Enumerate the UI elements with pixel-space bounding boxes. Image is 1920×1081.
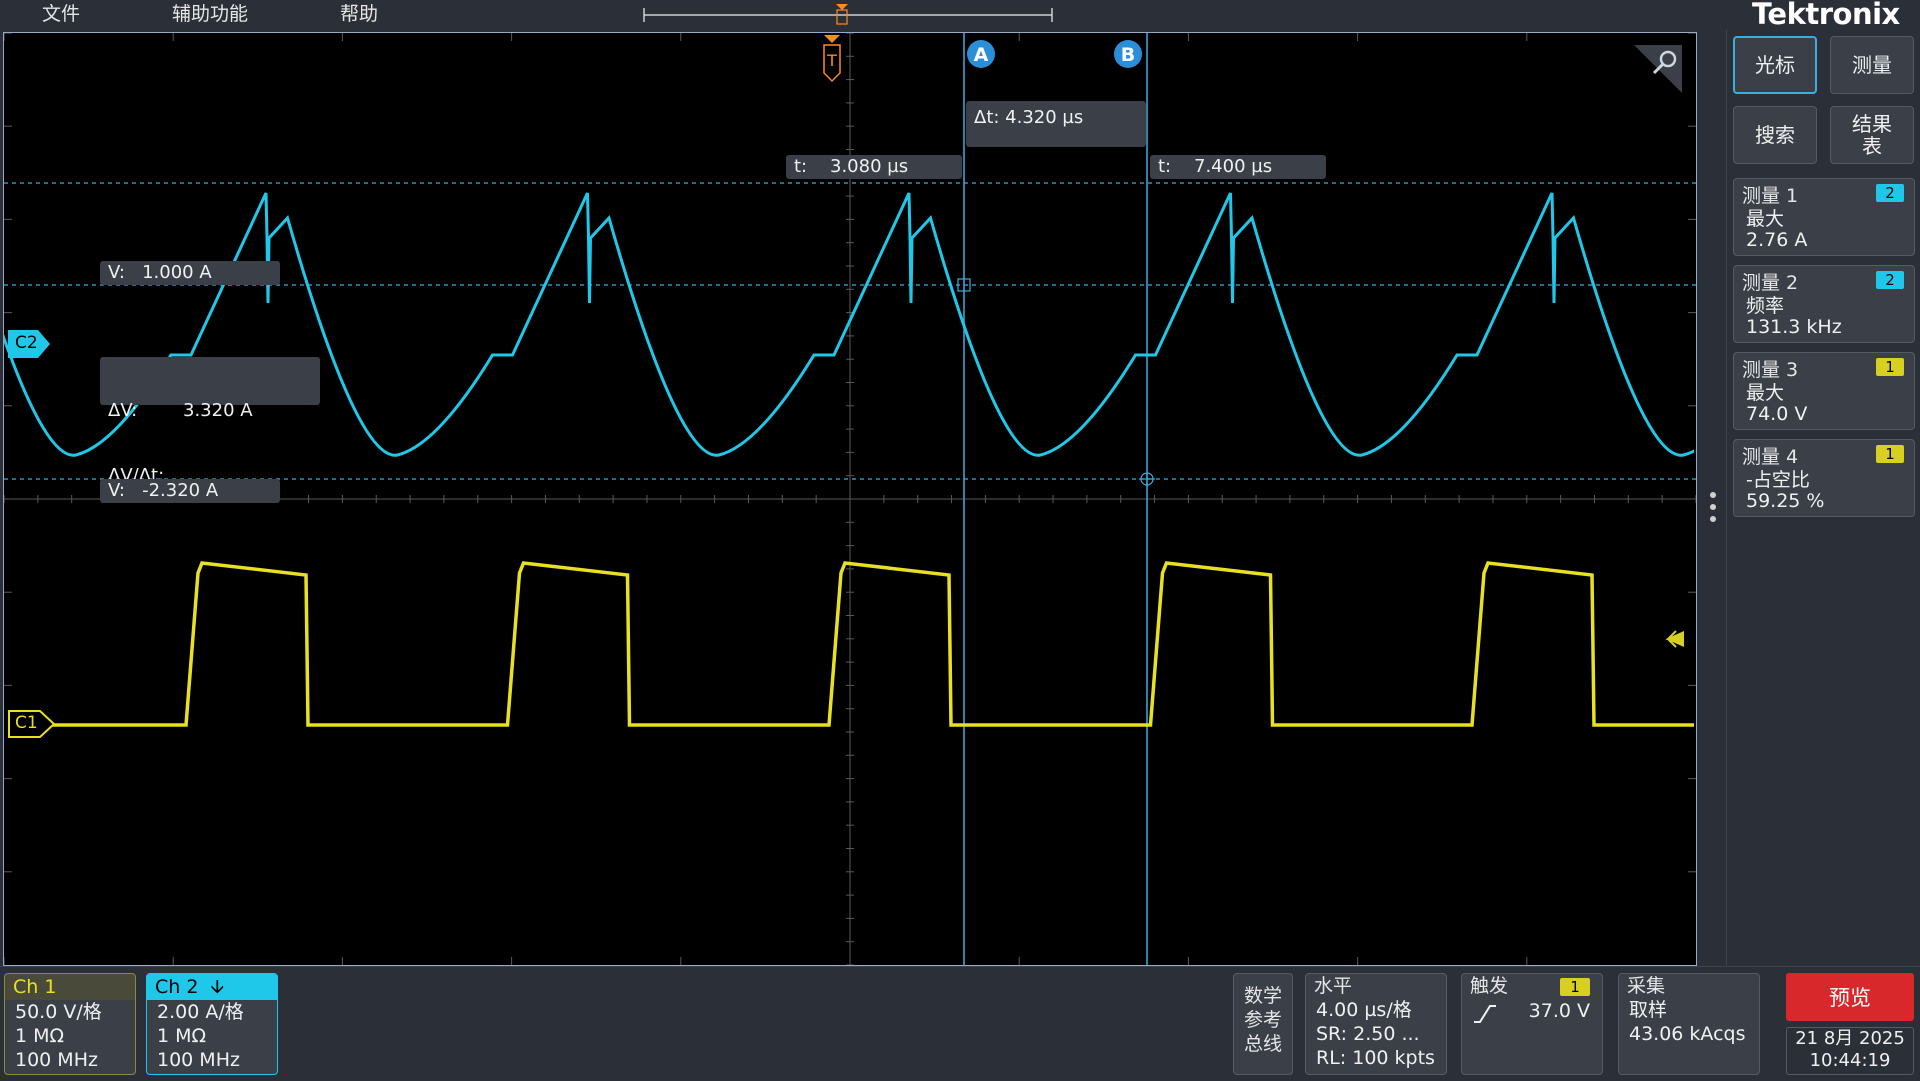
source-badge: 1 [1876,358,1904,376]
ch2-offset-marker[interactable]: C2 [8,330,52,358]
svg-text:A: A [974,44,989,66]
ch2-bandwidth: 100 MHz [157,1049,240,1071]
delta-t-readout[interactable]: Δt: 4.320 µs [966,101,1146,147]
ch1-badge[interactable]: Ch 1 50.0 V/格 1 MΩ 100 MHz [4,973,136,1075]
menu-help[interactable]: 帮助 [340,0,378,28]
ch1-impedance: 1 MΩ [15,1025,65,1047]
measurement-name: 最大 [1746,382,1785,404]
trigger-position-marker: T [823,35,841,83]
cursor-button[interactable]: 光标 [1733,36,1817,94]
trigger-level: 37.0 V [1528,1000,1590,1022]
measurement-value: 131.3 kHz [1746,316,1842,338]
sample-rate: SR: 2.50 ... [1316,1023,1420,1045]
measurement-2[interactable]: 测量 2 2 频率 131.3 kHz [1733,265,1915,343]
record-length: RL: 100 kpts [1316,1047,1435,1069]
acquisition-badge[interactable]: 采集 取样 43.06 kAcqs [1618,973,1760,1075]
acquisition-mode: 取样 [1629,999,1668,1021]
trigger-slope-row: 37.0 V [1462,998,1602,1028]
results-label-2: 表 [1862,134,1882,158]
bus-label: 总线 [1243,1033,1282,1055]
panel-resize-handle[interactable] [1708,490,1718,526]
measurement-value: 74.0 V [1746,403,1808,425]
waveform-display[interactable]: T A B Δt: 4.320 µs t: 3.080 µs t: 7.400 … [3,32,1697,966]
horizontal-badge[interactable]: 水平 4.00 µs/格 SR: 2.50 ... RL: 100 kpts [1305,973,1447,1075]
source-badge: 2 [1876,184,1904,202]
svg-text:B: B [1121,44,1135,66]
date-label: 21 8月 2025 [1795,1028,1905,1049]
horizontal-title: 水平 [1314,975,1353,997]
time-label: 10:44:19 [1809,1050,1891,1071]
measurement-name: -占空比 [1746,469,1810,491]
preview-button[interactable]: 预览 [1786,973,1914,1021]
menu-file[interactable]: 文件 [42,0,80,28]
measurement-value: 2.76 A [1746,229,1808,251]
record-position-indicator[interactable] [640,2,1060,28]
ch1-scale: 50.0 V/格 [15,1001,102,1023]
ch2-scale: 2.00 A/格 [157,1001,244,1023]
ch1-offset-marker[interactable]: C1 [8,710,56,738]
search-button[interactable]: 搜索 [1733,106,1817,164]
acquisition-title: 采集 [1627,975,1666,997]
results-table-button[interactable]: 结果 表 [1830,106,1914,164]
measurement-1[interactable]: 测量 1 2 最大 2.76 A [1733,178,1915,256]
ch2-header: Ch 2 🡫 [147,974,277,1000]
ch2-header-label: Ch 2 [155,976,199,998]
ch1-header: Ch 1 [5,974,135,1000]
zoom-icon[interactable] [1634,45,1682,93]
cursor-a-marker: A [967,40,995,68]
horizontal-scale: 4.00 µs/格 [1316,999,1412,1021]
trigger-source-badge: 1 [1560,978,1590,996]
measurement-name: 频率 [1746,295,1785,317]
cursor-b-marker: B [1114,40,1142,68]
date-time: 21 8月 2025 10:44:19 [1786,1027,1914,1075]
delta-v-readout[interactable]: ΔV: 3.320 A ΔV/Δt: [100,357,320,486]
menu-bar: 文件 辅助功能 帮助 [0,0,1725,30]
rising-edge-icon [1474,1005,1496,1023]
ch2-marker-label: C2 [15,333,38,353]
ch2-arrow-down-icon: 🡫 [210,976,225,998]
measurement-name: 最大 [1746,208,1785,230]
results-label-1: 结果 [1852,112,1892,136]
ch1-marker-label: C1 [15,713,38,733]
math-ref-bus-button[interactable]: 数学 参考 总线 [1233,973,1293,1075]
measure-button[interactable]: 测量 [1830,36,1914,94]
math-label: 数学 [1243,985,1282,1007]
cursor-v-bottom-readout[interactable]: V: -2.320 A [100,479,280,503]
ch1-bandwidth: 100 MHz [15,1049,98,1071]
cursor-v-top-readout[interactable]: V: 1.000 A [100,261,280,285]
ch2-impedance: 1 MΩ [157,1025,207,1047]
delta-v-value: ΔV: 3.320 A [108,400,253,421]
ch1-voltage-waveform [49,561,1694,727]
cursor-a-time-readout[interactable]: t: 3.080 µs [786,155,962,179]
menu-assist[interactable]: 辅助功能 [172,0,248,28]
source-badge: 2 [1876,271,1904,289]
measurement-3[interactable]: 测量 3 1 最大 74.0 V [1733,352,1915,430]
measurement-4[interactable]: 测量 4 1 -占空比 59.25 % [1733,439,1915,517]
svg-text:T: T [826,51,837,70]
cursor-b-time-readout[interactable]: t: 7.400 µs [1150,155,1326,179]
ref-label: 参考 [1243,1009,1282,1031]
trigger-badge[interactable]: 触发 1 37.0 V [1461,973,1603,1075]
measurement-value: 59.25 % [1746,490,1825,512]
acquisition-count: 43.06 kAcqs [1629,1023,1746,1045]
ch2-badge[interactable]: Ch 2 🡫 2.00 A/格 1 MΩ 100 MHz [146,973,278,1075]
source-badge: 1 [1876,445,1904,463]
brand-logo: Tektronix [1752,0,1900,31]
